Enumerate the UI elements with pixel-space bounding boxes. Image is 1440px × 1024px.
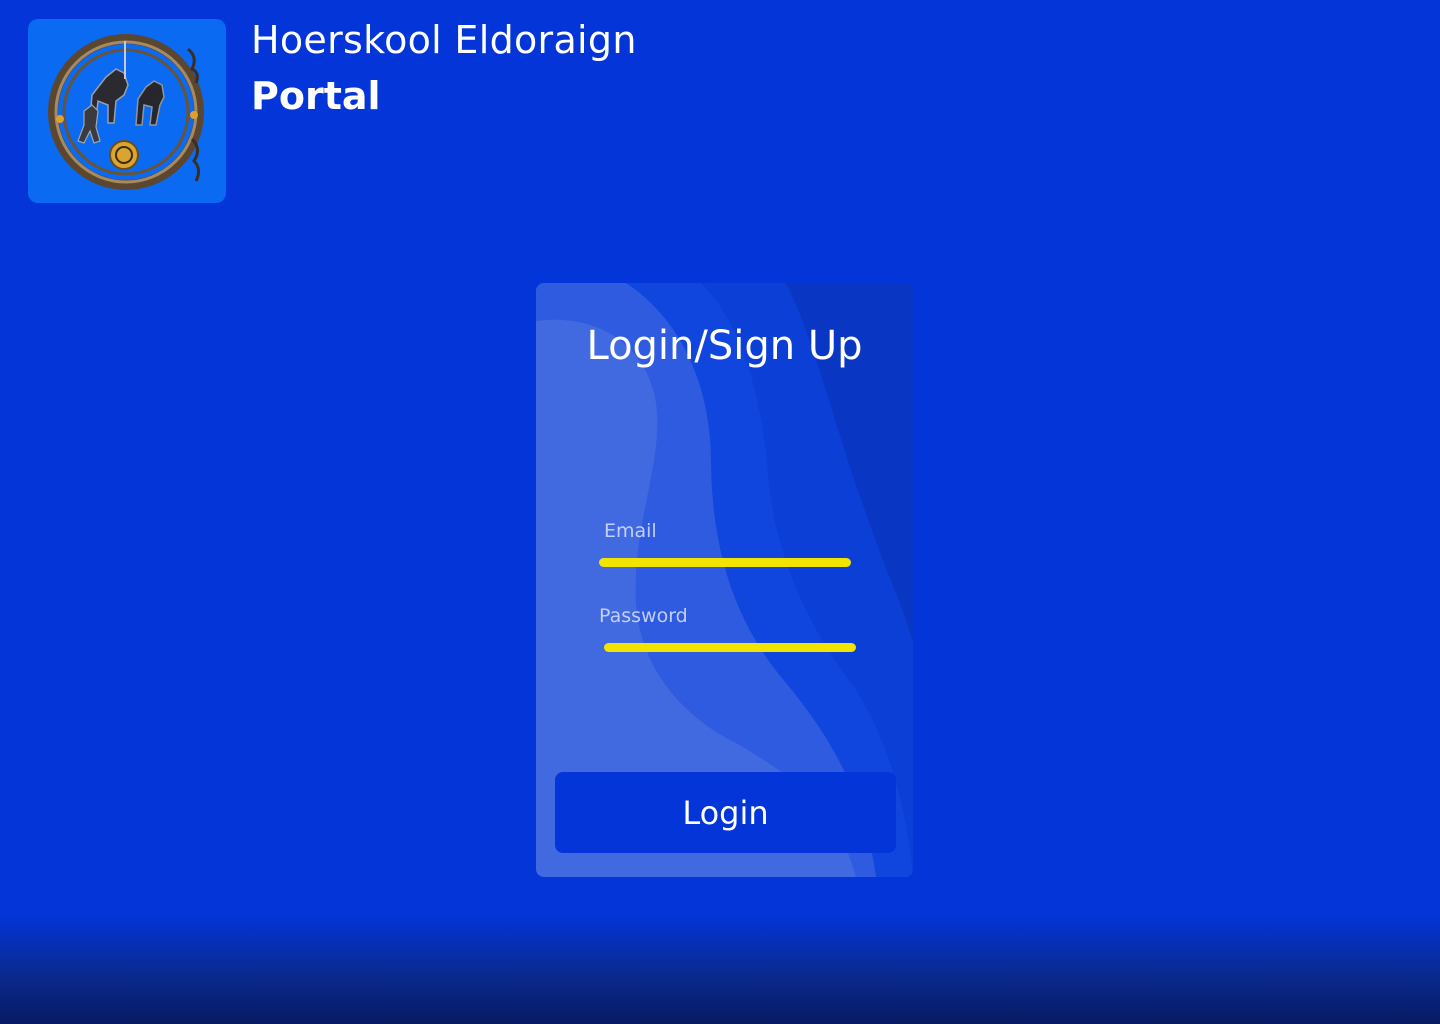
login-card: Login/Sign Up Email Password Login: [536, 283, 913, 877]
brand-subtitle: Portal: [251, 74, 381, 118]
email-input[interactable]: [599, 520, 851, 556]
password-input[interactable]: [599, 605, 851, 641]
email-underline: [599, 558, 851, 567]
password-field[interactable]: Password: [599, 605, 856, 653]
footer-shade: [0, 914, 1440, 1024]
password-underline: [604, 643, 856, 652]
email-field[interactable]: Email: [599, 520, 851, 568]
chariot-crest-icon: [48, 34, 204, 190]
login-title: Login/Sign Up: [586, 323, 863, 369]
brand-name: Hoerskool Eldoraign: [251, 18, 637, 62]
school-logo: [28, 19, 226, 203]
login-button[interactable]: Login: [555, 772, 896, 853]
